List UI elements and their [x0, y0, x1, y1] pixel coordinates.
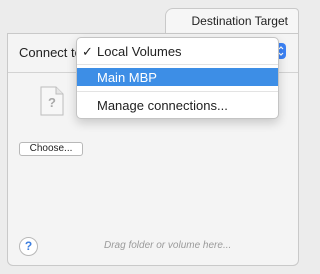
menu-item-manage-connections[interactable]: Manage connections... [77, 96, 278, 114]
menu-item-label: Manage connections... [97, 98, 228, 113]
menu-item-label: Local Volumes [97, 44, 182, 59]
window: Destination Target Connect to ? Choose..… [0, 0, 304, 274]
unknown-document-icon: ? [40, 86, 64, 121]
connect-to-label: Connect to [19, 45, 77, 60]
tab-label: Destination Target [191, 14, 288, 28]
menu-item-label: Main MBP [97, 70, 157, 85]
svg-text:?: ? [48, 95, 56, 110]
drag-hint-text: Drag folder or volume here... [104, 240, 232, 251]
menu-item-main-mbp[interactable]: Main MBP [77, 68, 278, 86]
connect-to-dropdown-menu: ✓ Local Volumes Main MBP Manage connecti… [76, 37, 279, 119]
menu-divider [77, 64, 278, 65]
menu-item-local-volumes[interactable]: ✓ Local Volumes [77, 42, 278, 60]
choose-button[interactable]: Choose... [19, 142, 83, 156]
help-button[interactable]: ? [19, 237, 38, 256]
tab-destination-target[interactable]: Destination Target [165, 8, 299, 34]
menu-divider [77, 91, 278, 92]
checkmark-icon: ✓ [82, 44, 93, 59]
